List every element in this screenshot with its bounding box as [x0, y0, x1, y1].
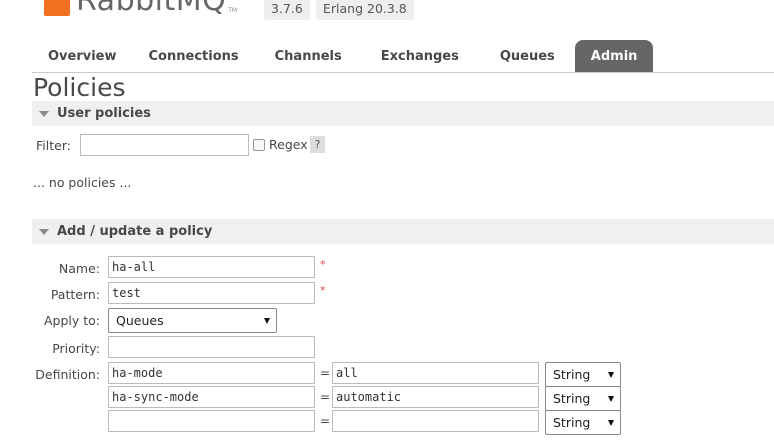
name-label: Name: — [58, 261, 100, 276]
user-policies-title: User policies — [57, 106, 151, 121]
priority-input[interactable] — [108, 336, 315, 358]
no-policies-text: ... no policies ... — [33, 175, 132, 190]
rabbitmq-logo-icon — [44, 0, 70, 16]
filter-label: Filter: — [36, 138, 71, 153]
user-policies-header[interactable]: User policies — [32, 101, 774, 126]
filter-input[interactable] — [80, 134, 249, 156]
page-title: Policies — [33, 73, 126, 102]
apply-to-label: Apply to: — [43, 313, 100, 328]
dropdown-caret-icon — [608, 420, 614, 426]
add-policy-header[interactable]: Add / update a policy — [32, 219, 774, 244]
pattern-required-mark: * — [320, 284, 326, 297]
definition-key-input[interactable]: ha-mode — [108, 362, 315, 384]
tab-exchanges[interactable]: Exchanges — [361, 40, 479, 72]
equals-sign: = — [320, 366, 331, 380]
regex-checkbox[interactable] — [253, 139, 265, 151]
equals-sign: = — [320, 414, 331, 428]
tab-connections[interactable]: Connections — [133, 40, 255, 72]
collapse-triangle-icon — [39, 110, 49, 117]
main-nav-tabs: Overview Connections Channels Exchanges … — [32, 40, 654, 72]
name-required-mark: * — [320, 258, 326, 271]
definition-type-value: String — [553, 367, 591, 382]
definition-label: Definition: — [35, 367, 100, 382]
definition-type-select[interactable]: String — [545, 386, 621, 411]
tab-divider — [32, 72, 774, 73]
brand-name: RabbitMQ — [76, 0, 227, 18]
dropdown-caret-icon — [608, 396, 614, 402]
rabbitmq-logo: RabbitMQ TM — [44, 0, 237, 16]
definition-type-value: String — [553, 391, 591, 406]
apply-to-value: Queues — [116, 313, 164, 328]
definition-key-input[interactable]: ha-sync-mode — [108, 386, 315, 408]
definition-key-input[interactable] — [108, 410, 315, 432]
help-icon[interactable]: ? — [310, 136, 325, 153]
definition-type-select[interactable]: String — [545, 410, 621, 435]
definition-type-select[interactable]: String — [545, 362, 621, 387]
tab-admin[interactable]: Admin — [574, 40, 654, 72]
policy-pattern-input[interactable]: test — [108, 282, 315, 304]
version-badge: 3.7.6 — [264, 0, 310, 20]
definition-type-value: String — [553, 415, 591, 430]
tab-overview[interactable]: Overview — [32, 40, 133, 72]
dropdown-caret-icon — [608, 372, 614, 378]
policy-name-input[interactable]: ha-all — [108, 256, 315, 278]
priority-label: Priority: — [52, 341, 100, 356]
erlang-version-badge: Erlang 20.3.8 — [316, 0, 414, 20]
definition-value-input[interactable]: automatic — [332, 386, 539, 408]
equals-sign: = — [320, 390, 331, 404]
trademark: TM — [228, 7, 238, 14]
definition-value-input[interactable] — [332, 410, 539, 432]
apply-to-select[interactable]: Queues — [108, 308, 277, 333]
tab-channels[interactable]: Channels — [255, 40, 361, 72]
dropdown-caret-icon — [264, 318, 270, 324]
pattern-label: Pattern: — [50, 287, 100, 302]
tab-queues[interactable]: Queues — [479, 40, 575, 72]
collapse-triangle-icon — [39, 228, 49, 235]
regex-label: Regex — [269, 137, 308, 152]
definition-value-input[interactable]: all — [332, 362, 539, 384]
add-policy-title: Add / update a policy — [57, 224, 213, 239]
